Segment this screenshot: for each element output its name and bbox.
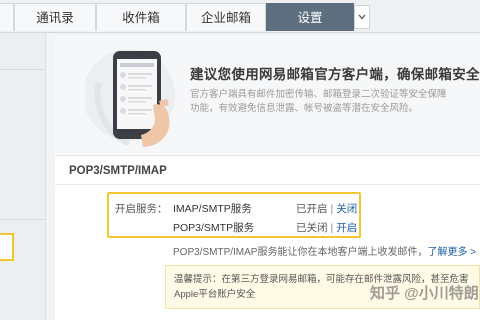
- sidebar-divider: [0, 69, 46, 70]
- imap-status: 已开启: [296, 203, 328, 215]
- tab-inbox[interactable]: 收件箱: [96, 3, 186, 31]
- tab-settings[interactable]: 设置: [266, 3, 354, 31]
- imap-service-state: 已开启 | 关闭: [296, 203, 358, 215]
- tab-edge: [0, 3, 14, 31]
- section-title: POP3/SMTP/IMAP: [55, 155, 480, 185]
- services-note: POP3/SMTP/IMAP服务能让你在本地客户端上收发邮件，了解更多 >: [173, 243, 476, 258]
- chevron-down-icon[interactable]: [354, 5, 370, 29]
- services-note-text: POP3/SMTP/IMAP服务能让你在本地客户端上收发邮件，: [173, 247, 428, 258]
- sidebar: [0, 33, 46, 320]
- settings-panel: 建议您使用网易邮箱官方客户端，确保邮箱安全 官方客户端具有邮件加密传输、邮箱登录…: [55, 35, 480, 320]
- services-label: 开启服务：: [115, 203, 168, 215]
- pop3-service-state: 已关闭 | 开启: [296, 222, 358, 234]
- tab-enterprise-mail[interactable]: 企业邮箱: [186, 3, 266, 31]
- tab-contacts[interactable]: 通讯录: [14, 3, 96, 31]
- sidebar-divider: [0, 219, 46, 220]
- phone-in-hand-illustration: [85, 49, 175, 147]
- client-promo-banner: 建议您使用网易邮箱官方客户端，确保邮箱安全 官方客户端具有邮件加密传输、邮箱登录…: [55, 35, 480, 153]
- watermark: 知乎 @小川特朗: [370, 285, 479, 302]
- sidebar-item-active[interactable]: [0, 233, 14, 261]
- top-tab-bar: 通讯录 收件箱 企业邮箱 设置: [0, 0, 480, 33]
- pop3-status: 已关闭: [296, 222, 328, 234]
- promo-description: 官方客户端具有邮件加密传输、邮箱登录二次验证等安全保障功能，有效避免信息泄露、帐…: [190, 89, 447, 114]
- imap-close-link[interactable]: 关闭: [336, 203, 357, 215]
- pop3-enable-link[interactable]: 开启: [336, 222, 357, 234]
- promo-title: 建议您使用网易邮箱官方客户端，确保邮箱安全: [190, 67, 480, 82]
- pop3-service-name: POP3/SMTP服务: [173, 222, 255, 234]
- imap-service-name: IMAP/SMTP服务: [173, 203, 252, 215]
- learn-more-link[interactable]: 了解更多 >: [427, 247, 476, 258]
